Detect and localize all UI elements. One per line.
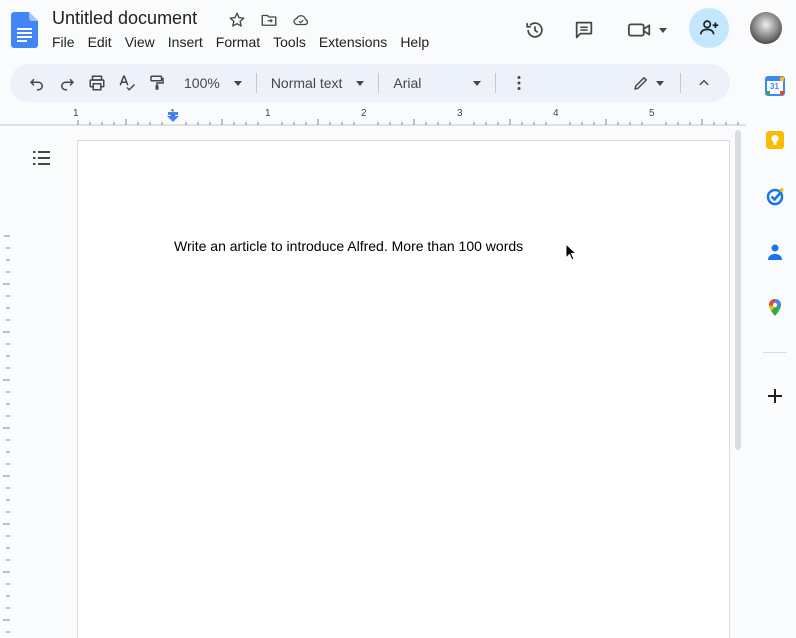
- more-icon[interactable]: [504, 68, 534, 98]
- menu-format[interactable]: Format: [216, 34, 260, 50]
- add-icon[interactable]: [763, 384, 787, 408]
- editing-mode-icon[interactable]: [626, 68, 670, 98]
- menu-help[interactable]: Help: [400, 34, 429, 50]
- google-docs-window: Untitled document File Edit View Insert …: [0, 0, 796, 638]
- horizontal-ruler[interactable]: 1 1 1 2 3 4 5: [0, 108, 746, 128]
- chevron-down-icon: [473, 80, 482, 86]
- formatting-toolbar: 100% Normal text Arial: [10, 64, 730, 102]
- document-page[interactable]: Write an article to introduce Alfred. Mo…: [77, 140, 730, 638]
- comments-icon[interactable]: [569, 15, 599, 45]
- toolbar-divider: [495, 73, 497, 93]
- calendar-icon[interactable]: 31: [763, 74, 787, 98]
- menu-tools[interactable]: Tools: [273, 34, 306, 50]
- star-icon[interactable]: [226, 10, 248, 30]
- cloud-saved-icon[interactable]: [290, 10, 312, 30]
- maps-icon[interactable]: [763, 296, 787, 320]
- meet-icon[interactable]: [623, 15, 671, 45]
- menu-view[interactable]: View: [125, 34, 155, 50]
- mouse-cursor-icon: [565, 243, 577, 261]
- redo-icon[interactable]: [52, 68, 82, 98]
- chevron-down-icon: [356, 80, 365, 86]
- chevron-down-icon: [233, 80, 242, 86]
- paragraph-style-value: Normal text: [270, 75, 343, 91]
- ruler-label: 3: [457, 108, 463, 119]
- contacts-icon[interactable]: [763, 240, 787, 264]
- font-value: Arial: [393, 75, 422, 91]
- vertical-ruler[interactable]: [0, 232, 10, 638]
- tasks-icon[interactable]: [763, 184, 787, 208]
- share-button[interactable]: [689, 8, 729, 48]
- docs-logo-icon[interactable]: [11, 12, 38, 48]
- move-to-folder-icon[interactable]: [258, 10, 280, 30]
- font-select[interactable]: Arial: [387, 68, 487, 98]
- paint-format-icon[interactable]: [142, 68, 172, 98]
- menu-file[interactable]: File: [52, 34, 75, 50]
- ruler-label: 5: [649, 108, 655, 119]
- spellcheck-icon[interactable]: [112, 68, 142, 98]
- account-avatar[interactable]: [750, 12, 782, 44]
- menu-insert[interactable]: Insert: [168, 34, 203, 50]
- document-title[interactable]: Untitled document: [52, 8, 197, 29]
- paragraph-style-select[interactable]: Normal text: [265, 68, 371, 98]
- undo-icon[interactable]: [22, 68, 52, 98]
- toolbar-divider: [378, 73, 380, 93]
- document-outline-icon[interactable]: [30, 148, 54, 168]
- ruler-label: 1: [73, 108, 79, 119]
- collapse-icon[interactable]: [689, 68, 719, 98]
- document-body-text[interactable]: Write an article to introduce Alfred. Mo…: [174, 238, 523, 254]
- add-person-icon: [699, 20, 719, 35]
- zoom-value: 100%: [184, 75, 220, 91]
- menu-edit[interactable]: Edit: [88, 34, 112, 50]
- version-history-icon[interactable]: [520, 15, 550, 45]
- menu-bar: File Edit View Insert Format Tools Exten…: [52, 34, 442, 50]
- vertical-scrollbar[interactable]: [735, 130, 741, 450]
- zoom-select[interactable]: 100%: [178, 68, 248, 98]
- ruler-label: 1: [265, 108, 271, 119]
- print-icon[interactable]: [82, 68, 112, 98]
- indent-marker[interactable]: [166, 112, 180, 122]
- toolbar-divider: [255, 73, 257, 93]
- toolbar-divider: [680, 73, 682, 93]
- keep-icon[interactable]: [763, 128, 787, 152]
- ruler-label: 2: [361, 108, 367, 119]
- ruler-label: 4: [553, 108, 559, 119]
- side-panel: 31: [757, 64, 793, 638]
- calendar-day: 31: [770, 82, 779, 91]
- side-panel-divider: [763, 352, 787, 353]
- menu-extensions[interactable]: Extensions: [319, 34, 387, 50]
